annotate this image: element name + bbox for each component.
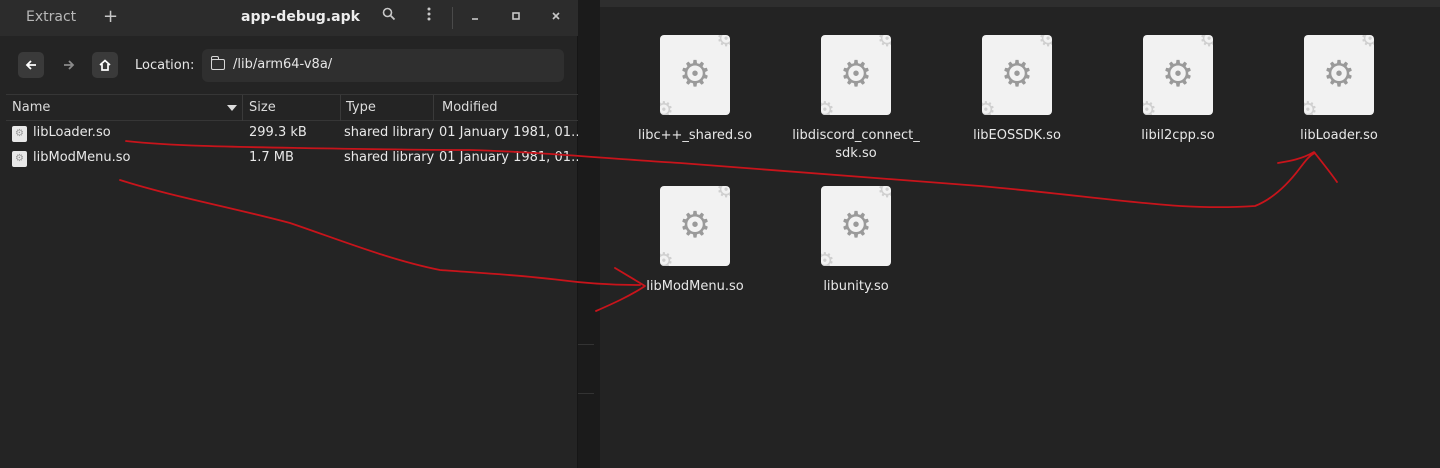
shared-library-icon: ⚙ ⚙ ⚙	[821, 35, 891, 115]
forward-button[interactable]	[56, 52, 82, 78]
search-icon[interactable]	[378, 6, 400, 28]
file-tile[interactable]: ⚙ ⚙ ⚙ libdiscord_connect_ sdk.so	[776, 35, 936, 185]
archive-window: Extract + app-debug.apk Location: /lib/a…	[0, 0, 584, 468]
window-top-edge	[600, 0, 1440, 7]
file-tile[interactable]: ⚙ ⚙ ⚙ libModMenu.so	[615, 186, 775, 336]
extract-button[interactable]: Extract	[26, 9, 76, 25]
file-type: shared library	[344, 125, 435, 140]
file-label: libEOSSDK.so	[973, 128, 1061, 143]
divider	[578, 344, 594, 345]
folder-icon	[210, 56, 225, 70]
file-type: shared library	[344, 150, 435, 165]
file-manager-window: ⚙ ⚙ ⚙ libc++_shared.so ⚙ ⚙ ⚙ libdiscord_conn…	[600, 0, 1440, 468]
window-gap	[578, 0, 600, 468]
location-field[interactable]: /lib/arm64-v8a/	[202, 49, 564, 82]
file-modified: 01 January 1981, 01…	[439, 150, 584, 165]
column-name[interactable]: Name	[12, 100, 50, 115]
file-label: libModMenu.so	[646, 279, 744, 294]
file-label: libc++_shared.so	[637, 128, 753, 143]
file-icon: ⚙	[12, 151, 27, 167]
file-tile[interactable]: ⚙ ⚙ ⚙ libunity.so	[776, 186, 936, 336]
maximize-icon[interactable]	[505, 6, 527, 28]
minimize-icon[interactable]	[464, 6, 486, 28]
table-row[interactable]: ⚙ libLoader.so 299.3 kB shared library 0…	[6, 122, 584, 146]
file-tile[interactable]: ⚙ ⚙ ⚙ libil2cpp.so	[1098, 35, 1258, 185]
file-size: 299.3 kB	[249, 125, 307, 140]
shared-library-icon: ⚙ ⚙ ⚙	[1143, 35, 1213, 115]
file-icon: ⚙	[12, 126, 27, 142]
file-label: libdiscord_connect_ sdk.so	[792, 128, 920, 161]
column-divider	[433, 95, 434, 121]
close-icon[interactable]	[545, 6, 567, 28]
column-size[interactable]: Size	[249, 100, 276, 115]
shared-library-icon: ⚙ ⚙ ⚙	[1304, 35, 1374, 115]
file-list-header: Name Size Type Modified	[6, 94, 578, 121]
window-title: app-debug.apk	[241, 9, 360, 25]
location-label: Location:	[135, 58, 195, 73]
shared-library-icon: ⚙ ⚙ ⚙	[982, 35, 1052, 115]
file-modified: 01 January 1981, 01…	[439, 125, 584, 140]
back-button[interactable]	[18, 52, 44, 78]
sort-descending-icon[interactable]	[227, 105, 237, 111]
file-name: libModMenu.so	[33, 150, 131, 165]
file-name: libLoader.so	[33, 125, 111, 140]
desktop: Extract + app-debug.apk Location: /lib/a…	[0, 0, 1440, 468]
file-label: libunity.so	[823, 279, 889, 294]
column-divider	[340, 95, 341, 121]
file-size: 1.7 MB	[249, 150, 294, 165]
menu-icon[interactable]	[418, 6, 440, 28]
file-label: libil2cpp.so	[1141, 128, 1215, 143]
file-tile[interactable]: ⚙ ⚙ ⚙ libEOSSDK.so	[937, 35, 1097, 185]
table-row[interactable]: ⚙ libModMenu.so 1.7 MB shared library 01…	[6, 147, 584, 171]
file-tile[interactable]: ⚙ ⚙ ⚙ libc++_shared.so	[615, 35, 775, 185]
shared-library-icon: ⚙ ⚙ ⚙	[821, 186, 891, 266]
shared-library-icon: ⚙ ⚙ ⚙	[660, 186, 730, 266]
column-type[interactable]: Type	[346, 100, 376, 115]
column-modified[interactable]: Modified	[442, 100, 497, 115]
location-path: /lib/arm64-v8a/	[233, 57, 333, 72]
title-bar: Extract + app-debug.apk	[0, 0, 578, 36]
divider	[578, 393, 594, 394]
file-label: libLoader.so	[1300, 128, 1378, 143]
home-button[interactable]	[92, 52, 118, 78]
add-button[interactable]: +	[103, 6, 118, 27]
shared-library-icon: ⚙ ⚙ ⚙	[660, 35, 730, 115]
titlebar-separator	[452, 7, 453, 29]
column-divider	[242, 95, 243, 121]
file-tile[interactable]: ⚙ ⚙ ⚙ libLoader.so	[1259, 35, 1419, 185]
location-bar: Location: /lib/arm64-v8a/	[6, 40, 576, 92]
